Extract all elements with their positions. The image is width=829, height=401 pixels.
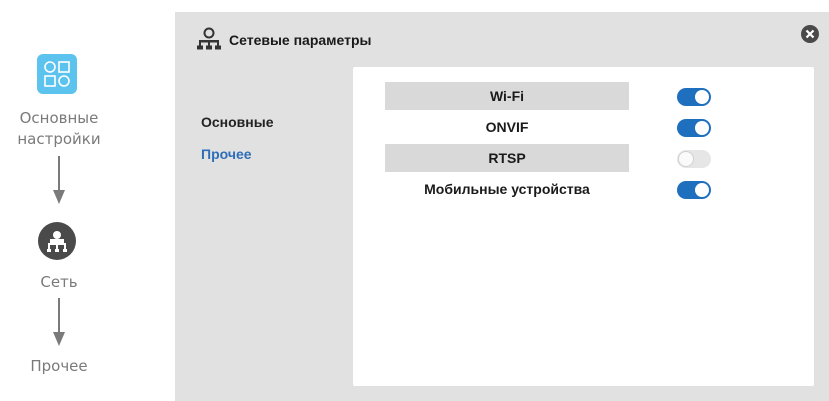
setting-label-onvif: ONVIF — [485, 119, 529, 135]
network-icon — [38, 222, 76, 260]
setting-row-rtsp: RTSP — [353, 144, 814, 172]
network-icon — [197, 27, 221, 50]
flow-step-main-label-line1: Основные — [19, 109, 99, 127]
setting-row-wifi: Wi-Fi — [353, 82, 814, 110]
grid-icon — [37, 54, 77, 94]
settings-panel: Wi-Fi ONVIF RTSP Мобильные устройства — [353, 67, 814, 386]
menu-item-main[interactable]: Основные — [201, 114, 274, 130]
toggle-wifi[interactable] — [677, 88, 711, 106]
toggle-rtsp[interactable] — [677, 150, 711, 168]
setting-label-mobile: Мобильные устройства — [424, 181, 590, 197]
toggle-knob — [695, 90, 709, 104]
toggle-mobile[interactable] — [677, 181, 711, 199]
toggle-knob — [679, 152, 693, 166]
arrow-down-icon — [53, 298, 65, 346]
network-settings-dialog: Сетевые параметры Основные Прочее Wi-Fi … — [175, 12, 829, 401]
close-icon — [805, 29, 815, 39]
close-button[interactable] — [801, 25, 819, 43]
setup-flow: Основные настройки Сеть Прочее — [0, 0, 118, 401]
toggle-knob — [695, 183, 709, 197]
setting-row-onvif: ONVIF — [353, 113, 814, 141]
flow-step-main-label-line2: настройки — [17, 130, 101, 148]
setting-label-rtsp: RTSP — [385, 144, 629, 172]
flow-step-network-label: Сеть — [40, 273, 78, 291]
toggle-knob — [695, 121, 709, 135]
setting-row-mobile: Мобильные устройства — [353, 175, 814, 203]
dialog-title: Сетевые параметры — [229, 32, 372, 48]
arrow-down-icon — [53, 156, 65, 204]
setting-label-wifi: Wi-Fi — [385, 82, 629, 110]
toggle-onvif[interactable] — [677, 119, 711, 137]
flow-step-other-label: Прочее — [30, 357, 88, 375]
menu-item-other[interactable]: Прочее — [201, 146, 252, 162]
